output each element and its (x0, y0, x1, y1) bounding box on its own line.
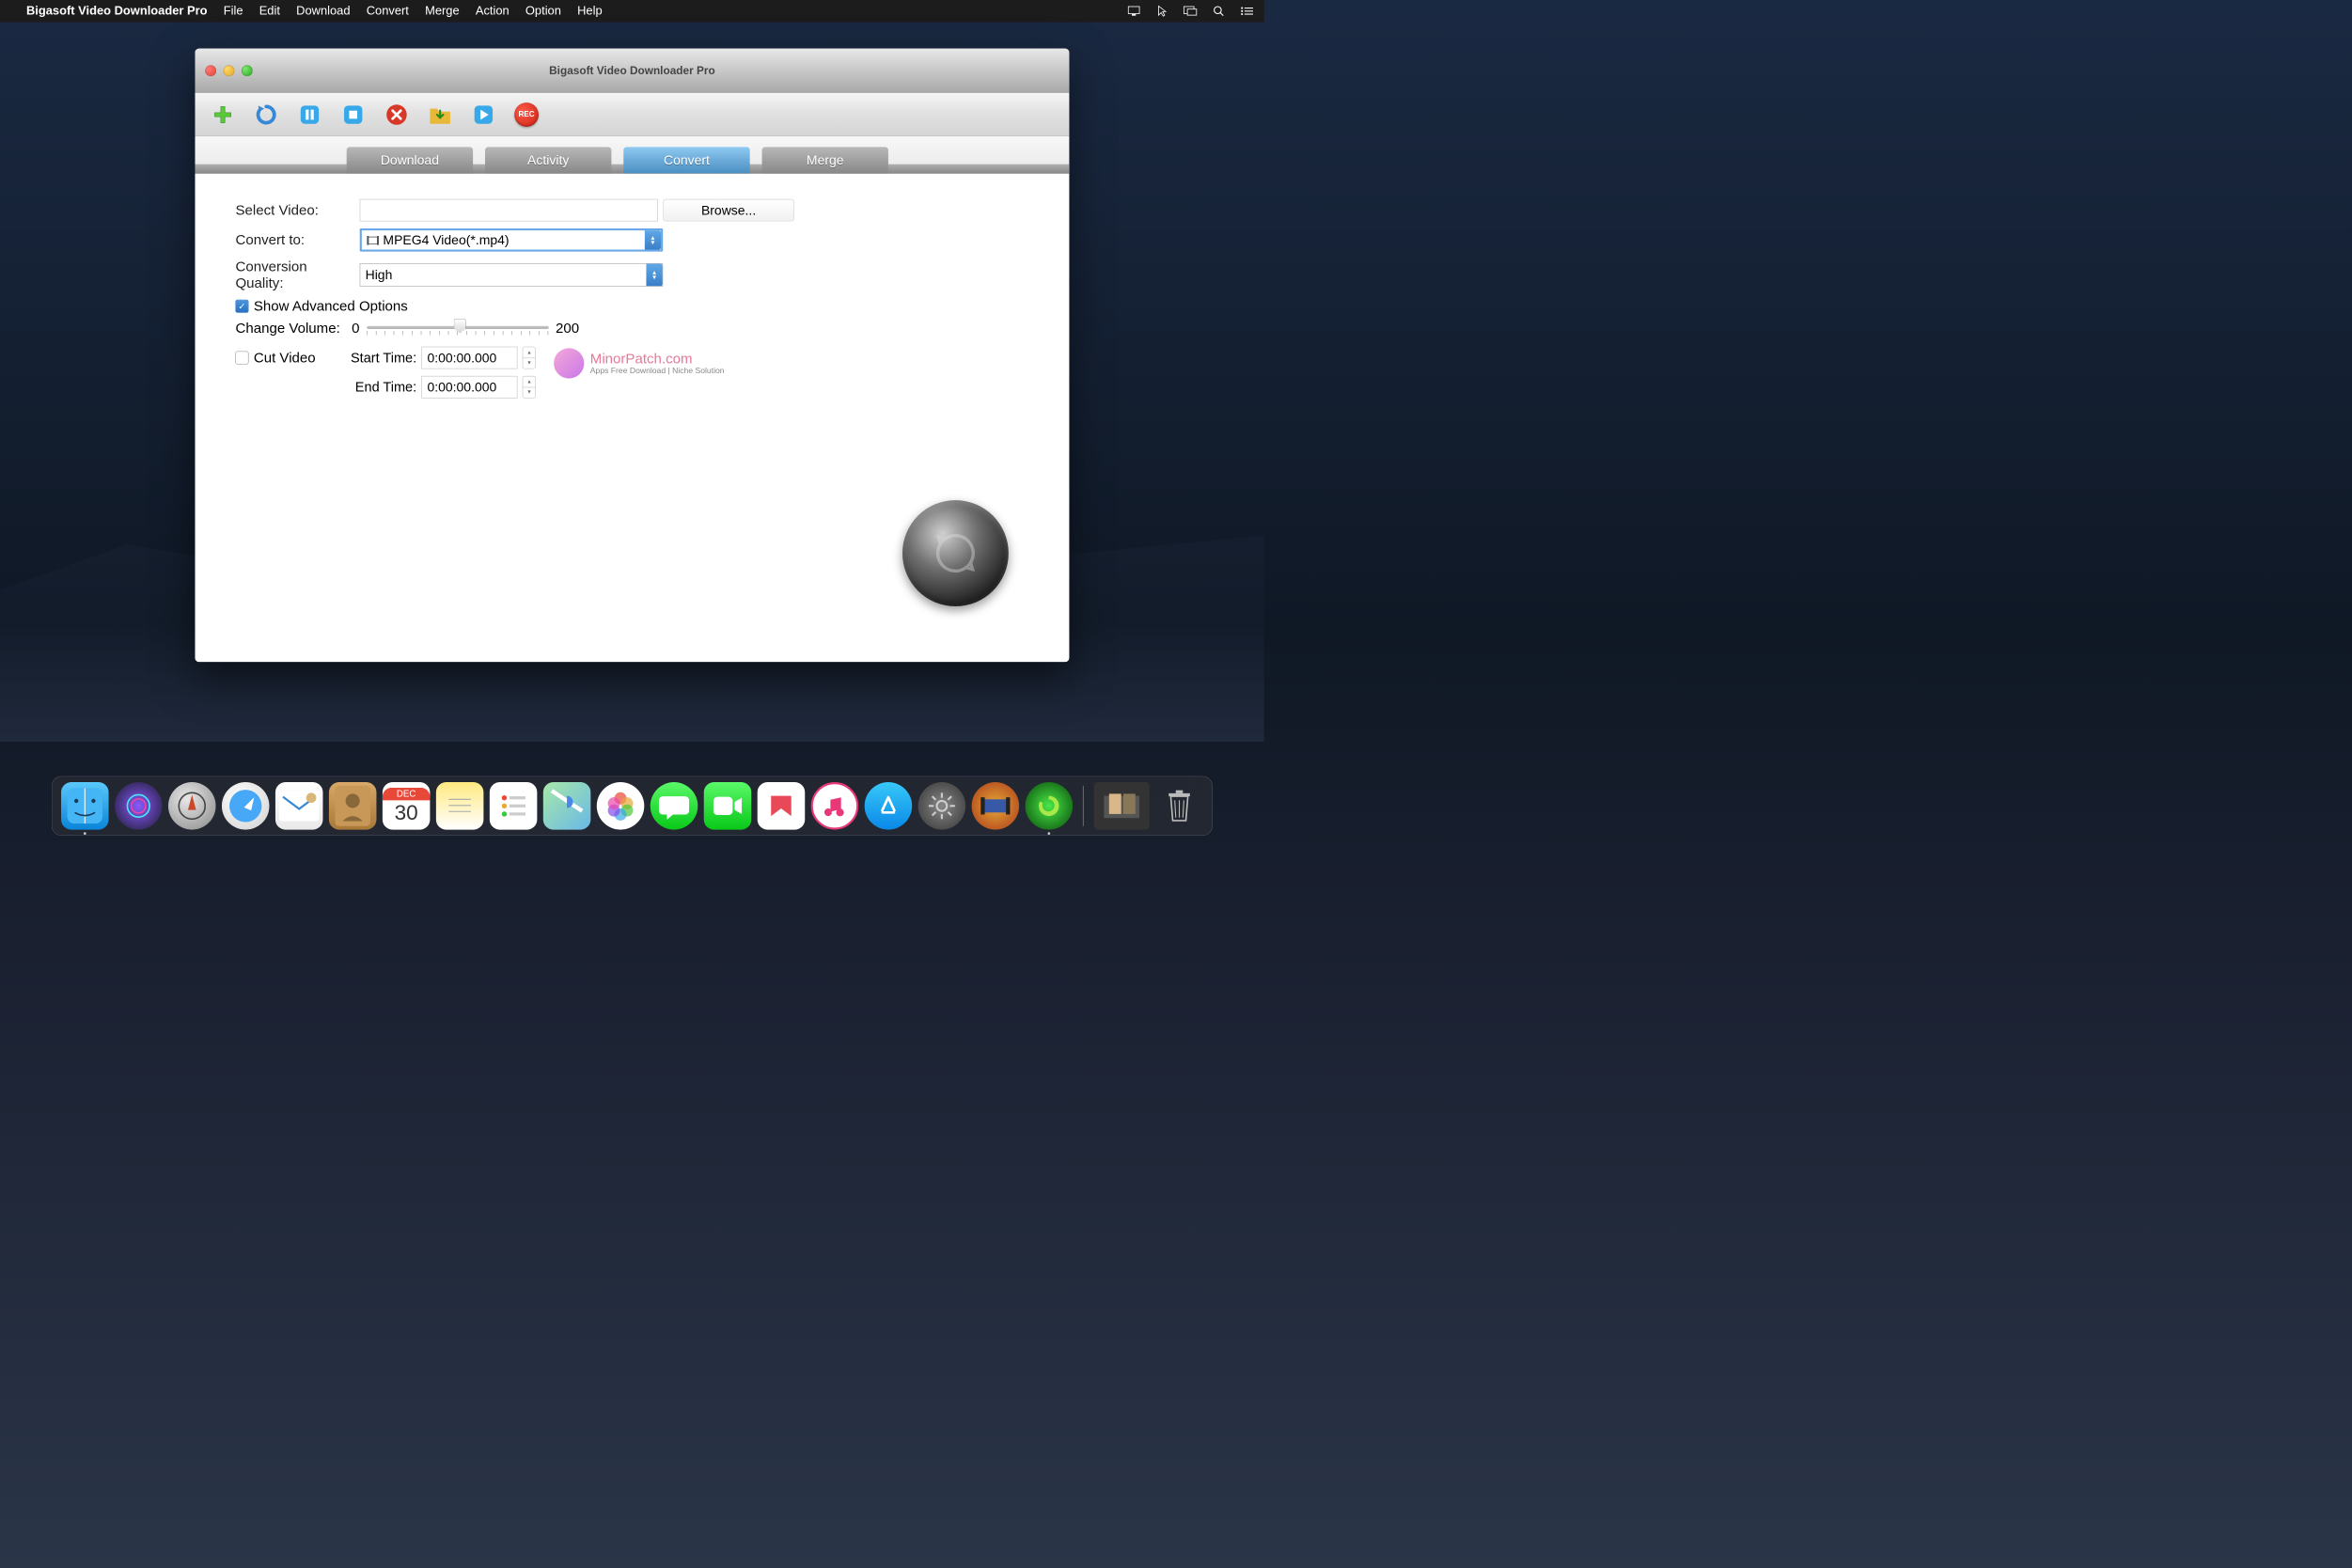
stop-button[interactable] (340, 102, 366, 127)
advanced-checkbox[interactable]: ✓ (235, 300, 248, 313)
refresh-button[interactable] (254, 102, 279, 127)
dock-notes[interactable] (436, 782, 484, 830)
menu-extras-icon[interactable] (1240, 4, 1254, 18)
watermark-text: MinorPatch.com (590, 351, 725, 367)
advanced-label: Show Advanced Options (254, 298, 408, 314)
select-video-label: Select Video: (230, 202, 354, 218)
calendar-month: DEC (383, 788, 431, 800)
end-time-input[interactable]: 0:00:00.000 (422, 376, 518, 399)
dock-safari[interactable] (222, 782, 270, 830)
menu-edit[interactable]: Edit (259, 4, 280, 18)
end-time-stepper[interactable]: ▲▼ (523, 376, 536, 399)
volume-max: 200 (556, 321, 579, 337)
menu-merge[interactable]: Merge (425, 4, 460, 18)
play-button[interactable] (471, 102, 496, 127)
titlebar[interactable]: Bigasoft Video Downloader Pro (195, 49, 1069, 93)
menu-action[interactable]: Action (476, 4, 510, 18)
dock-messages[interactable] (651, 782, 698, 830)
menu-option[interactable]: Option (525, 4, 561, 18)
tabs: Download Activity Convert Merge (195, 136, 1069, 174)
calendar-day: 30 (395, 800, 418, 824)
dock-appstore[interactable] (865, 782, 913, 830)
dock-bigasoft[interactable] (1026, 782, 1074, 830)
dock-calendar[interactable]: DEC30 (383, 782, 431, 830)
add-button[interactable] (211, 102, 236, 127)
start-time-label: Start Time: (336, 350, 416, 366)
tab-merge[interactable]: Merge (762, 147, 888, 173)
dock-mail[interactable] (275, 782, 323, 830)
dock-itunes[interactable] (811, 782, 859, 830)
volume-slider[interactable] (367, 321, 549, 336)
dock-contacts[interactable] (329, 782, 377, 830)
display-icon[interactable] (1127, 4, 1141, 18)
tab-activity[interactable]: Activity (485, 147, 611, 173)
dock-video-converter[interactable] (972, 782, 1020, 830)
volume-min: 0 (352, 321, 359, 337)
select-chevrons-icon: ▲▼ (645, 230, 661, 249)
cut-video-label: Cut Video (254, 350, 316, 366)
dock-siri[interactable] (115, 782, 163, 830)
end-time-label: End Time: (336, 379, 416, 395)
dock-separator (1083, 786, 1084, 826)
record-button[interactable]: REC (514, 102, 539, 127)
menu-file[interactable]: File (224, 4, 243, 18)
dock-finder[interactable] (61, 782, 109, 830)
app-window: Bigasoft Video Downloader Pro REC Downlo… (195, 49, 1069, 663)
convert-to-value: MPEG4 Video(*.mp4) (383, 232, 509, 248)
app-menu[interactable]: Bigasoft Video Downloader Pro (26, 4, 208, 18)
dock-reminders[interactable] (490, 782, 538, 830)
macos-menubar: Bigasoft Video Downloader Pro File Edit … (0, 0, 1264, 23)
tab-download[interactable]: Download (347, 147, 473, 173)
quality-value: High (366, 267, 393, 283)
toolbar: REC (195, 93, 1069, 136)
quality-select[interactable]: High ▲▼ (360, 263, 664, 287)
dock-photos[interactable] (597, 782, 645, 830)
start-time-input[interactable]: 0:00:00.000 (422, 347, 518, 369)
open-folder-button[interactable] (428, 102, 453, 127)
pause-button[interactable] (297, 102, 322, 127)
menu-download[interactable]: Download (296, 4, 350, 18)
select-video-input[interactable] (360, 199, 658, 222)
dock: DEC30 (52, 776, 1213, 836)
start-time-stepper[interactable]: ▲▼ (523, 347, 536, 369)
convert-action-button[interactable] (902, 500, 1009, 606)
delete-button[interactable] (384, 102, 410, 127)
dock-launchpad[interactable] (168, 782, 216, 830)
dock-facetime[interactable] (704, 782, 752, 830)
convert-to-select[interactable]: MPEG4 Video(*.mp4) ▲▼ (360, 228, 664, 252)
cursor-icon[interactable] (1155, 4, 1169, 18)
dock-system-preferences[interactable] (918, 782, 966, 830)
watermark-logo-icon (554, 348, 584, 378)
menu-convert[interactable]: Convert (367, 4, 409, 18)
dock-maps[interactable] (543, 782, 591, 830)
select-chevrons-icon: ▲▼ (646, 264, 662, 287)
dock-trash[interactable] (1155, 782, 1203, 830)
browse-button[interactable]: Browse... (663, 199, 794, 222)
screen-mirror-icon[interactable] (1184, 4, 1198, 18)
watermark-subtitle: Apps Free Download | Niche Solution (590, 367, 725, 376)
window-title: Bigasoft Video Downloader Pro (195, 64, 1069, 77)
dock-recent-folder[interactable] (1094, 782, 1150, 830)
menu-help[interactable]: Help (577, 4, 603, 18)
tab-convert[interactable]: Convert (623, 147, 749, 173)
cut-video-checkbox[interactable] (235, 352, 248, 365)
convert-to-label: Convert to: (230, 232, 354, 248)
volume-label: Change Volume: (235, 321, 344, 337)
quality-label: Conversion Quality: (230, 259, 354, 290)
watermark: MinorPatch.com Apps Free Download | Nich… (554, 348, 724, 378)
spotlight-icon[interactable] (1212, 4, 1226, 18)
dock-news[interactable] (758, 782, 806, 830)
convert-panel: Select Video: Browse... Convert to: MPEG… (195, 174, 1069, 662)
